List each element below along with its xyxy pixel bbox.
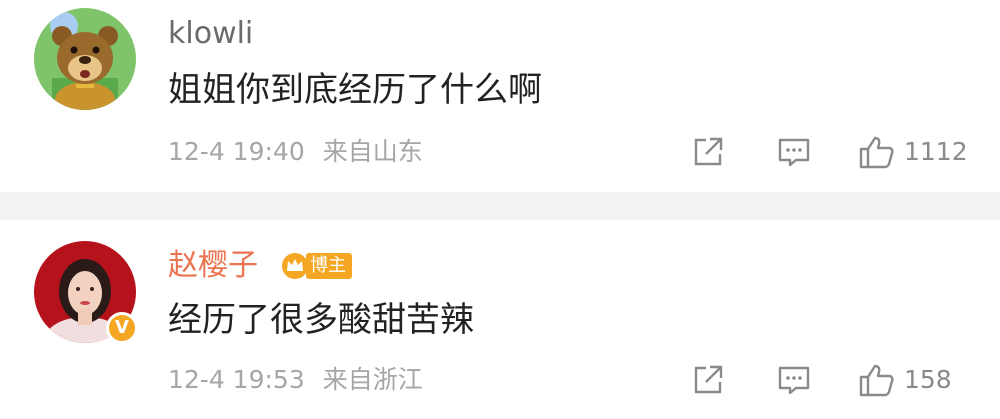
share-icon [694, 365, 723, 394]
comment-time: 12-4 19:53 [168, 365, 305, 394]
bear-avatar[interactable] [34, 8, 136, 110]
comment-username[interactable]: klowli [168, 16, 253, 52]
comment-item: V 赵樱子 博主 经历了很多酸甜苦辣 12-4 19:53 来自浙江 158 [0, 220, 1000, 419]
comment-meta: 12-4 19:53 来自浙江 [168, 364, 423, 396]
comment-location: 来自浙江 [322, 365, 423, 394]
comment-time: 12-4 19:40 [168, 137, 305, 166]
comment-icon [778, 366, 810, 395]
thumbs-up-icon [859, 136, 894, 169]
comment-icon [778, 138, 810, 167]
author-badge: 博主 [280, 250, 352, 282]
like-button[interactable]: 158 [858, 362, 952, 398]
like-count: 158 [904, 365, 952, 394]
comment-text: 姐姐你到底经历了什么啊 [168, 70, 542, 110]
comment-text: 经历了很多酸甜苦辣 [168, 300, 474, 340]
like-button[interactable]: 1112 [858, 134, 968, 170]
comment-username[interactable]: 赵樱子 [168, 248, 258, 284]
comment-location: 来自山东 [322, 137, 423, 166]
reply-button[interactable] [776, 134, 812, 170]
thumbs-up-icon [859, 364, 894, 397]
author-badge-label: 博主 [306, 253, 352, 279]
share-button[interactable] [690, 134, 726, 170]
reply-button[interactable] [776, 362, 812, 398]
verified-badge: V [106, 312, 138, 344]
comment-meta: 12-4 19:40 来自山东 [168, 136, 423, 168]
share-button[interactable] [690, 362, 726, 398]
cartoon-bear-avatar-icon [34, 8, 136, 110]
like-count: 1112 [904, 137, 968, 166]
comment-item: klowli 姐姐你到底经历了什么啊 12-4 19:40 来自山东 1112 [0, 0, 1000, 192]
comment-divider [0, 192, 1000, 220]
share-icon [694, 137, 723, 166]
